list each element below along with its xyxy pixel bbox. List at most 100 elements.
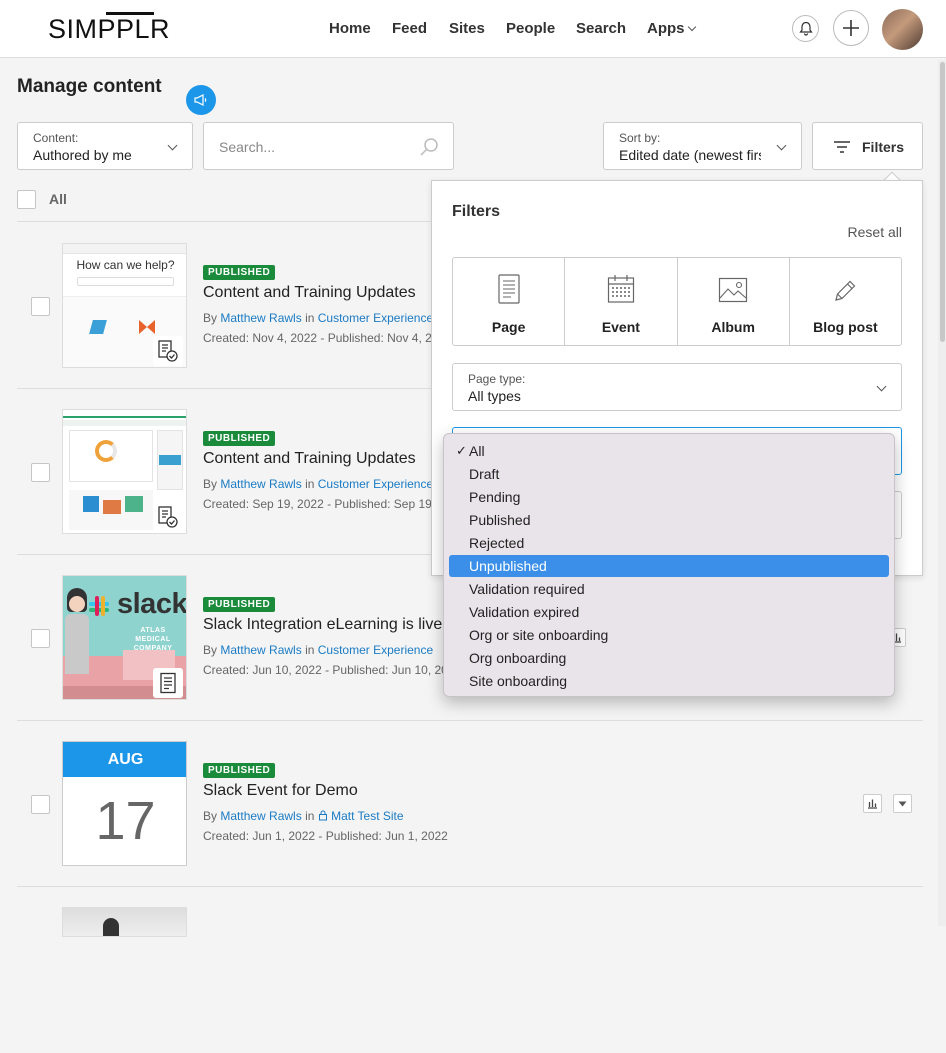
row-checkbox[interactable] [31,629,50,648]
status-badge: PUBLISHED [203,265,276,280]
content-filter-label: Content: [33,131,79,145]
nav-feed[interactable]: Feed [392,20,427,37]
byline-by: By [203,477,218,491]
content-dates: Created: Jun 10, 2022 - Published: Jun 1… [203,663,462,677]
lock-icon [318,810,327,821]
top-navigation-bar: SIMPPLR Home Feed Sites People Search Ap… [0,0,946,58]
page-title: Manage content [17,76,162,97]
filters-button-label: Filters [862,139,905,155]
content-filter-value: Authored by me [33,147,132,163]
author-link[interactable]: Matthew Rawls [220,311,301,325]
status-option-org-onboarding[interactable]: Org onboarding [449,647,889,669]
status-option-validation-required[interactable]: Validation required [449,578,889,600]
chevron-down-icon [876,381,887,392]
content-type-selector: Page Event Album Blog post [452,257,902,346]
calendar-icon [607,275,634,303]
option-label: All [469,443,485,459]
content-dates: Created: Jun 1, 2022 - Published: Jun 1,… [203,829,448,843]
analytics-button[interactable] [863,794,882,813]
nav-apps-label: Apps [647,20,685,37]
content-thumbnail[interactable] [62,907,187,937]
status-option-all[interactable]: ✓ All [449,440,889,462]
content-title[interactable]: Content and Training Updates [203,284,416,302]
filter-lines-icon [834,141,850,153]
type-album-button[interactable]: Album [678,258,790,345]
row-actions-menu-button[interactable] [893,794,912,813]
status-option-draft[interactable]: Draft [449,463,889,485]
status-option-site-onboarding[interactable]: Site onboarding [449,670,889,692]
page-type-badge [153,336,183,366]
byline-in: in [305,643,315,657]
filters-button[interactable]: Filters [812,122,923,170]
checkmark-icon: ✓ [456,443,467,458]
content-filter-select[interactable]: Content: Authored by me [17,122,193,170]
thumbnail-heading: How can we help? [76,258,175,272]
type-event-button[interactable]: Event [565,258,678,345]
byline-in: in [305,477,315,491]
content-row [17,887,923,1053]
site-link[interactable]: Customer Experience [318,477,433,491]
search-icon[interactable] [418,136,440,158]
page-type-badge [153,502,183,532]
page-type-select[interactable]: Page type: All types [452,363,902,411]
status-option-unpublished[interactable]: Unpublished [449,555,889,577]
caret-down-icon [898,801,907,806]
page-icon [160,672,176,694]
byline-by: By [203,643,218,657]
select-all-checkbox[interactable] [17,190,36,209]
notifications-button[interactable] [792,15,819,42]
row-checkbox[interactable] [31,297,50,316]
page-scrollbar-thumb[interactable] [940,62,945,342]
user-avatar[interactable] [882,9,923,50]
row-checkbox[interactable] [31,463,50,482]
nav-apps[interactable]: Apps [647,20,697,37]
site-link[interactable]: Customer Experience [318,643,433,657]
pencil-icon [835,280,856,301]
status-option-published[interactable]: Published [449,509,889,531]
author-link[interactable]: Matthew Rawls [220,809,301,823]
byline-in: in [305,311,315,325]
type-blog-post-label: Blog post [813,319,878,335]
author-link[interactable]: Matthew Rawls [220,477,301,491]
nav-search[interactable]: Search [576,20,626,37]
page-type-badge [153,668,183,698]
site-link[interactable]: Matt Test Site [331,809,403,823]
nav-sites[interactable]: Sites [449,20,485,37]
content-dates: Created: Nov 4, 2022 - Published: Nov 4,… [203,331,452,345]
type-page-button[interactable]: Page [453,258,566,345]
filters-panel-title: Filters [452,203,501,220]
author-link[interactable]: Matthew Rawls [220,643,301,657]
select-all-row: All [17,184,437,222]
status-option-org-or-site-onboarding[interactable]: Org or site onboarding [449,624,889,646]
image-icon [719,277,748,303]
reset-all-link[interactable]: Reset all [848,224,902,240]
content-thumbnail[interactable]: How can we help? [62,243,187,368]
status-option-rejected[interactable]: Rejected [449,532,889,554]
announcement-button[interactable] [186,85,216,115]
byline-by: By [203,311,218,325]
search-input[interactable]: Search... [203,122,454,170]
content-title[interactable]: Content and Training Updates [203,450,416,468]
content-thumbnail[interactable]: slack ATLAS MEDICAL COMPANY [62,575,187,700]
simpplr-logo[interactable]: SIMPPLR [48,12,170,45]
status-badge: PUBLISHED [203,597,276,612]
megaphone-icon [194,94,207,106]
content-title[interactable]: Slack Integration eLearning is live [203,616,442,634]
status-option-validation-expired[interactable]: Validation expired [449,601,889,623]
event-date-thumbnail[interactable]: AUG 17 [62,741,187,866]
bar-chart-icon [868,799,877,809]
content-thumbnail[interactable] [62,409,187,534]
status-option-pending[interactable]: Pending [449,486,889,508]
create-button[interactable] [833,10,869,46]
slack-icon [89,596,109,616]
select-all-label: All [49,191,67,207]
content-byline: By Matthew Rawls in Matt Test Site [203,809,404,823]
sort-by-select[interactable]: Sort by: Edited date (newest first) [603,122,802,170]
site-link[interactable]: Customer Experience [318,311,433,325]
content-title[interactable]: Slack Event for Demo [203,782,358,800]
row-checkbox[interactable] [31,795,50,814]
nav-home[interactable]: Home [329,20,371,37]
page-type-value: All types [468,388,521,404]
nav-people[interactable]: People [506,20,555,37]
type-blog-post-button[interactable]: Blog post [790,258,901,345]
